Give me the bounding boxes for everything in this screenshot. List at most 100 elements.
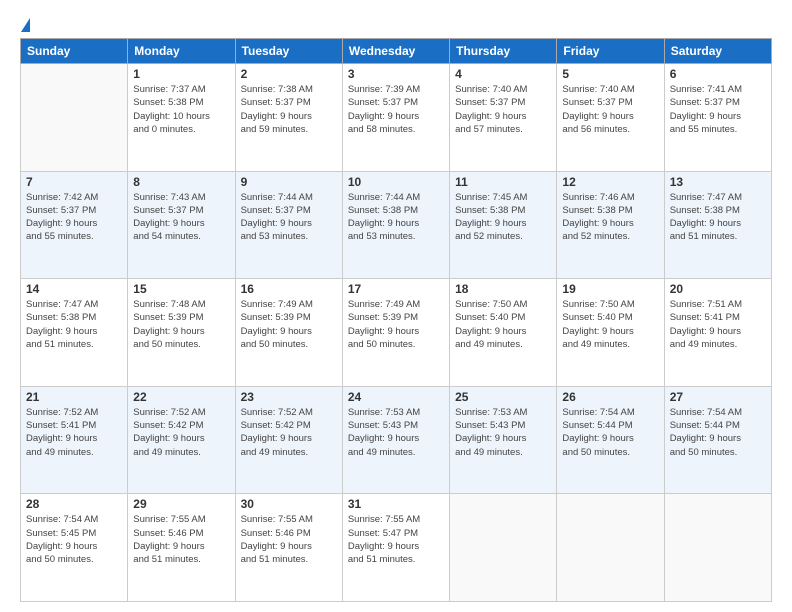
day-number: 15 <box>133 282 229 296</box>
calendar-header-row: SundayMondayTuesdayWednesdayThursdayFrid… <box>21 39 772 64</box>
day-number: 17 <box>348 282 444 296</box>
day-info: Sunrise: 7:44 AMSunset: 5:38 PMDaylight:… <box>348 191 444 244</box>
day-number: 3 <box>348 67 444 81</box>
day-info: Sunrise: 7:53 AMSunset: 5:43 PMDaylight:… <box>348 406 444 459</box>
day-info: Sunrise: 7:50 AMSunset: 5:40 PMDaylight:… <box>562 298 658 351</box>
calendar-day-cell <box>450 494 557 602</box>
day-info: Sunrise: 7:37 AMSunset: 5:38 PMDaylight:… <box>133 83 229 136</box>
calendar-day-cell: 24 Sunrise: 7:53 AMSunset: 5:43 PMDayligh… <box>342 386 449 494</box>
day-info: Sunrise: 7:40 AMSunset: 5:37 PMDaylight:… <box>562 83 658 136</box>
day-info: Sunrise: 7:52 AMSunset: 5:41 PMDaylight:… <box>26 406 122 459</box>
weekday-header: Saturday <box>664 39 771 64</box>
calendar-day-cell: 18 Sunrise: 7:50 AMSunset: 5:40 PMDayligh… <box>450 279 557 387</box>
day-number: 24 <box>348 390 444 404</box>
calendar-day-cell: 14Sunrise: 7:47 AMSunset: 5:38 PMDayligh… <box>21 279 128 387</box>
day-info: Sunrise: 7:49 AMSunset: 5:39 PMDaylight:… <box>241 298 337 351</box>
calendar-day-cell: 31 Sunrise: 7:55 AMSunset: 5:47 PMDayligh… <box>342 494 449 602</box>
day-info: Sunrise: 7:50 AMSunset: 5:40 PMDaylight:… <box>455 298 551 351</box>
day-number: 7 <box>26 175 122 189</box>
logo <box>20 18 31 28</box>
day-number: 6 <box>670 67 766 81</box>
calendar-day-cell: 20 Sunrise: 7:51 AMSunset: 5:41 PMDayligh… <box>664 279 771 387</box>
day-info: Sunrise: 7:47 AMSunset: 5:38 PMDaylight:… <box>670 191 766 244</box>
calendar-day-cell: 8 Sunrise: 7:43 AMSunset: 5:37 PMDaylight… <box>128 171 235 279</box>
calendar-day-cell: 26 Sunrise: 7:54 AMSunset: 5:44 PMDayligh… <box>557 386 664 494</box>
calendar-day-cell <box>557 494 664 602</box>
calendar-day-cell: 29Sunrise: 7:55 AMSunset: 5:46 PMDayligh… <box>128 494 235 602</box>
day-number: 9 <box>241 175 337 189</box>
calendar-day-cell: 10 Sunrise: 7:44 AMSunset: 5:38 PMDayligh… <box>342 171 449 279</box>
day-info: Sunrise: 7:39 AMSunset: 5:37 PMDaylight:… <box>348 83 444 136</box>
day-info: Sunrise: 7:52 AMSunset: 5:42 PMDaylight:… <box>241 406 337 459</box>
calendar-day-cell: 11Sunrise: 7:45 AMSunset: 5:38 PMDayligh… <box>450 171 557 279</box>
calendar-day-cell: 19 Sunrise: 7:50 AMSunset: 5:40 PMDayligh… <box>557 279 664 387</box>
calendar-day-cell <box>21 64 128 172</box>
calendar: SundayMondayTuesdayWednesdayThursdayFrid… <box>20 38 772 602</box>
calendar-day-cell: 30Sunrise: 7:55 AMSunset: 5:46 PMDayligh… <box>235 494 342 602</box>
day-info: Sunrise: 7:41 AMSunset: 5:37 PMDaylight:… <box>670 83 766 136</box>
day-info: Sunrise: 7:54 AMSunset: 5:44 PMDaylight:… <box>562 406 658 459</box>
calendar-day-cell: 7 Sunrise: 7:42 AMSunset: 5:37 PMDaylight… <box>21 171 128 279</box>
day-info: Sunrise: 7:55 AMSunset: 5:46 PMDaylight:… <box>133 513 229 566</box>
day-number: 4 <box>455 67 551 81</box>
calendar-day-cell: 13 Sunrise: 7:47 AMSunset: 5:38 PMDayligh… <box>664 171 771 279</box>
day-number: 16 <box>241 282 337 296</box>
day-number: 22 <box>133 390 229 404</box>
day-info: Sunrise: 7:47 AMSunset: 5:38 PMDaylight:… <box>26 298 122 351</box>
day-info: Sunrise: 7:54 AMSunset: 5:44 PMDaylight:… <box>670 406 766 459</box>
day-info: Sunrise: 7:54 AMSunset: 5:45 PMDaylight:… <box>26 513 122 566</box>
weekday-header: Tuesday <box>235 39 342 64</box>
weekday-header: Friday <box>557 39 664 64</box>
calendar-week-row: 7 Sunrise: 7:42 AMSunset: 5:37 PMDaylight… <box>21 171 772 279</box>
day-info: Sunrise: 7:51 AMSunset: 5:41 PMDaylight:… <box>670 298 766 351</box>
calendar-week-row: 21Sunrise: 7:52 AMSunset: 5:41 PMDayligh… <box>21 386 772 494</box>
day-number: 31 <box>348 497 444 511</box>
calendar-day-cell: 23 Sunrise: 7:52 AMSunset: 5:42 PMDayligh… <box>235 386 342 494</box>
calendar-day-cell: 16 Sunrise: 7:49 AMSunset: 5:39 PMDayligh… <box>235 279 342 387</box>
day-info: Sunrise: 7:40 AMSunset: 5:37 PMDaylight:… <box>455 83 551 136</box>
calendar-day-cell: 2Sunrise: 7:38 AMSunset: 5:37 PMDaylight… <box>235 64 342 172</box>
calendar-day-cell: 3 Sunrise: 7:39 AMSunset: 5:37 PMDaylight… <box>342 64 449 172</box>
weekday-header: Thursday <box>450 39 557 64</box>
day-info: Sunrise: 7:45 AMSunset: 5:38 PMDaylight:… <box>455 191 551 244</box>
calendar-day-cell: 1 Sunrise: 7:37 AMSunset: 5:38 PMDaylight… <box>128 64 235 172</box>
weekday-header: Sunday <box>21 39 128 64</box>
day-number: 13 <box>670 175 766 189</box>
day-number: 18 <box>455 282 551 296</box>
calendar-week-row: 28 Sunrise: 7:54 AMSunset: 5:45 PMDayligh… <box>21 494 772 602</box>
calendar-day-cell: 21Sunrise: 7:52 AMSunset: 5:41 PMDayligh… <box>21 386 128 494</box>
header <box>20 18 772 28</box>
day-info: Sunrise: 7:38 AMSunset: 5:37 PMDaylight:… <box>241 83 337 136</box>
calendar-day-cell <box>664 494 771 602</box>
calendar-day-cell: 12 Sunrise: 7:46 AMSunset: 5:38 PMDayligh… <box>557 171 664 279</box>
day-number: 10 <box>348 175 444 189</box>
calendar-day-cell: 22Sunrise: 7:52 AMSunset: 5:42 PMDayligh… <box>128 386 235 494</box>
day-number: 19 <box>562 282 658 296</box>
calendar-day-cell: 17Sunrise: 7:49 AMSunset: 5:39 PMDayligh… <box>342 279 449 387</box>
page: SundayMondayTuesdayWednesdayThursdayFrid… <box>0 0 792 612</box>
weekday-header: Wednesday <box>342 39 449 64</box>
day-info: Sunrise: 7:44 AMSunset: 5:37 PMDaylight:… <box>241 191 337 244</box>
day-info: Sunrise: 7:55 AMSunset: 5:47 PMDaylight:… <box>348 513 444 566</box>
day-info: Sunrise: 7:55 AMSunset: 5:46 PMDaylight:… <box>241 513 337 566</box>
day-number: 8 <box>133 175 229 189</box>
day-info: Sunrise: 7:53 AMSunset: 5:43 PMDaylight:… <box>455 406 551 459</box>
day-info: Sunrise: 7:48 AMSunset: 5:39 PMDaylight:… <box>133 298 229 351</box>
calendar-day-cell: 5 Sunrise: 7:40 AMSunset: 5:37 PMDaylight… <box>557 64 664 172</box>
weekday-header: Monday <box>128 39 235 64</box>
day-number: 26 <box>562 390 658 404</box>
calendar-day-cell: 28 Sunrise: 7:54 AMSunset: 5:45 PMDayligh… <box>21 494 128 602</box>
calendar-week-row: 1 Sunrise: 7:37 AMSunset: 5:38 PMDaylight… <box>21 64 772 172</box>
day-info: Sunrise: 7:46 AMSunset: 5:38 PMDaylight:… <box>562 191 658 244</box>
day-number: 1 <box>133 67 229 81</box>
day-info: Sunrise: 7:42 AMSunset: 5:37 PMDaylight:… <box>26 191 122 244</box>
logo-triangle-icon <box>21 18 30 32</box>
day-number: 28 <box>26 497 122 511</box>
day-number: 20 <box>670 282 766 296</box>
calendar-week-row: 14Sunrise: 7:47 AMSunset: 5:38 PMDayligh… <box>21 279 772 387</box>
day-number: 12 <box>562 175 658 189</box>
day-number: 5 <box>562 67 658 81</box>
day-number: 23 <box>241 390 337 404</box>
calendar-day-cell: 25Sunrise: 7:53 AMSunset: 5:43 PMDayligh… <box>450 386 557 494</box>
day-info: Sunrise: 7:43 AMSunset: 5:37 PMDaylight:… <box>133 191 229 244</box>
